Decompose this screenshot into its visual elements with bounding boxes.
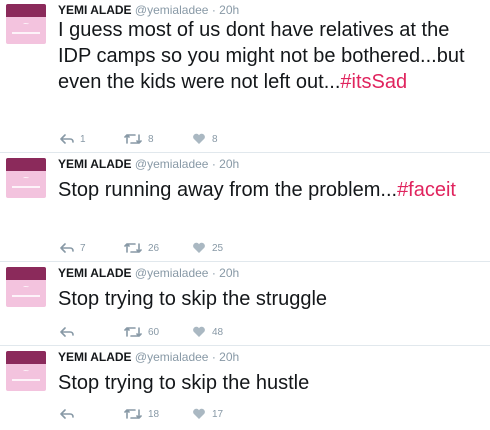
timeline: ~ YEMI ALADE @yemialadee · 20h I guess m… — [0, 0, 490, 430]
separator: · — [211, 157, 216, 171]
tweet-text: Stop trying to skip the struggle — [58, 286, 478, 312]
tweet-body: Stop trying to skip the hustle — [58, 372, 310, 394]
like-button[interactable]: 48 — [192, 324, 223, 340]
retweet-icon — [124, 243, 142, 253]
retweet-button[interactable]: 8 — [124, 131, 154, 147]
like-count: 8 — [212, 133, 218, 145]
avatar[interactable]: ~ — [6, 351, 46, 391]
retweet-button[interactable]: 26 — [124, 240, 159, 256]
separator: · — [211, 350, 216, 364]
tweet[interactable]: ~ YEMI ALADE @yemialadee · 20h Stop tryi… — [0, 263, 490, 346]
retweet-icon — [124, 134, 142, 144]
author-name[interactable]: YEMI ALADE — [58, 3, 132, 17]
avatar-line — [12, 379, 40, 381]
heart-icon — [193, 133, 205, 144]
author-handle[interactable]: @yemialadee — [135, 266, 209, 280]
heart-icon — [193, 242, 205, 253]
tweet[interactable]: ~ YEMI ALADE @yemialadee · 20h Stop tryi… — [0, 347, 490, 430]
author-name[interactable]: YEMI ALADE — [58, 266, 132, 280]
reply-button[interactable]: 1 — [60, 131, 86, 147]
avatar-band — [6, 351, 46, 364]
hashtag-link[interactable]: #faceit — [397, 179, 456, 201]
reply-icon — [60, 409, 74, 419]
timestamp[interactable]: 20h — [219, 350, 239, 364]
avatar[interactable]: ~ — [6, 267, 46, 307]
heart-icon — [193, 326, 205, 337]
tweet-body: Stop trying to skip the struggle — [58, 288, 328, 310]
retweet-count: 60 — [148, 326, 160, 338]
avatar-line — [12, 186, 40, 188]
like-count: 25 — [212, 242, 224, 254]
tweet-body: Stop running away from the problem... — [58, 179, 398, 201]
author-name[interactable]: YEMI ALADE — [58, 350, 132, 364]
timestamp[interactable]: 20h — [219, 266, 239, 280]
retweet-count: 26 — [148, 242, 160, 254]
heart-icon — [193, 408, 205, 419]
like-button[interactable]: 17 — [192, 406, 223, 422]
author-handle[interactable]: @yemialadee — [135, 157, 209, 171]
like-count: 17 — [212, 408, 224, 420]
reply-button[interactable] — [60, 324, 80, 340]
timestamp[interactable]: 20h — [219, 157, 239, 171]
tweet-header: YEMI ALADE @yemialadee · 20h — [58, 266, 239, 280]
reply-button[interactable] — [60, 406, 80, 422]
like-count: 48 — [212, 326, 224, 338]
separator: · — [211, 3, 216, 17]
avatar-line — [12, 295, 40, 297]
reply-count: 1 — [80, 133, 86, 145]
avatar-script: ~ — [22, 282, 30, 291]
tweet-header: YEMI ALADE @yemialadee · 20h — [58, 3, 239, 17]
tweet-text: Stop running away from the problem...#fa… — [58, 177, 478, 203]
avatar-script: ~ — [22, 19, 30, 28]
tweet[interactable]: ~ YEMI ALADE @yemialadee · 20h Stop runn… — [0, 154, 490, 262]
hashtag-link[interactable]: #itsSad — [340, 71, 407, 93]
avatar-band — [6, 4, 46, 17]
author-name[interactable]: YEMI ALADE — [58, 157, 132, 171]
tweet[interactable]: ~ YEMI ALADE @yemialadee · 20h I guess m… — [0, 0, 490, 153]
reply-button[interactable]: 7 — [60, 240, 86, 256]
retweet-icon — [124, 327, 142, 337]
reply-icon — [60, 243, 74, 253]
retweet-button[interactable]: 18 — [124, 406, 159, 422]
tweet-header: YEMI ALADE @yemialadee · 20h — [58, 350, 239, 364]
retweet-button[interactable]: 60 — [124, 324, 159, 340]
separator: · — [211, 266, 216, 280]
retweet-count: 8 — [148, 133, 154, 145]
avatar-line — [12, 32, 40, 34]
avatar-band — [6, 158, 46, 171]
avatar-script: ~ — [22, 366, 30, 375]
avatar-band — [6, 267, 46, 280]
reply-icon — [60, 134, 74, 144]
like-button[interactable]: 25 — [192, 240, 223, 256]
avatar[interactable]: ~ — [6, 158, 46, 198]
retweet-count: 18 — [148, 408, 160, 420]
tweet-text: I guess most of us dont have relatives a… — [58, 17, 478, 95]
reply-count: 7 — [80, 242, 86, 254]
timestamp[interactable]: 20h — [219, 3, 239, 17]
avatar[interactable]: ~ — [6, 4, 46, 44]
tweet-text: Stop trying to skip the hustle — [58, 370, 478, 396]
author-handle[interactable]: @yemialadee — [135, 3, 209, 17]
retweet-icon — [124, 409, 142, 419]
author-handle[interactable]: @yemialadee — [135, 350, 209, 364]
tweet-header: YEMI ALADE @yemialadee · 20h — [58, 157, 239, 171]
reply-icon — [60, 327, 74, 337]
avatar-script: ~ — [22, 173, 30, 182]
like-button[interactable]: 8 — [192, 131, 218, 147]
